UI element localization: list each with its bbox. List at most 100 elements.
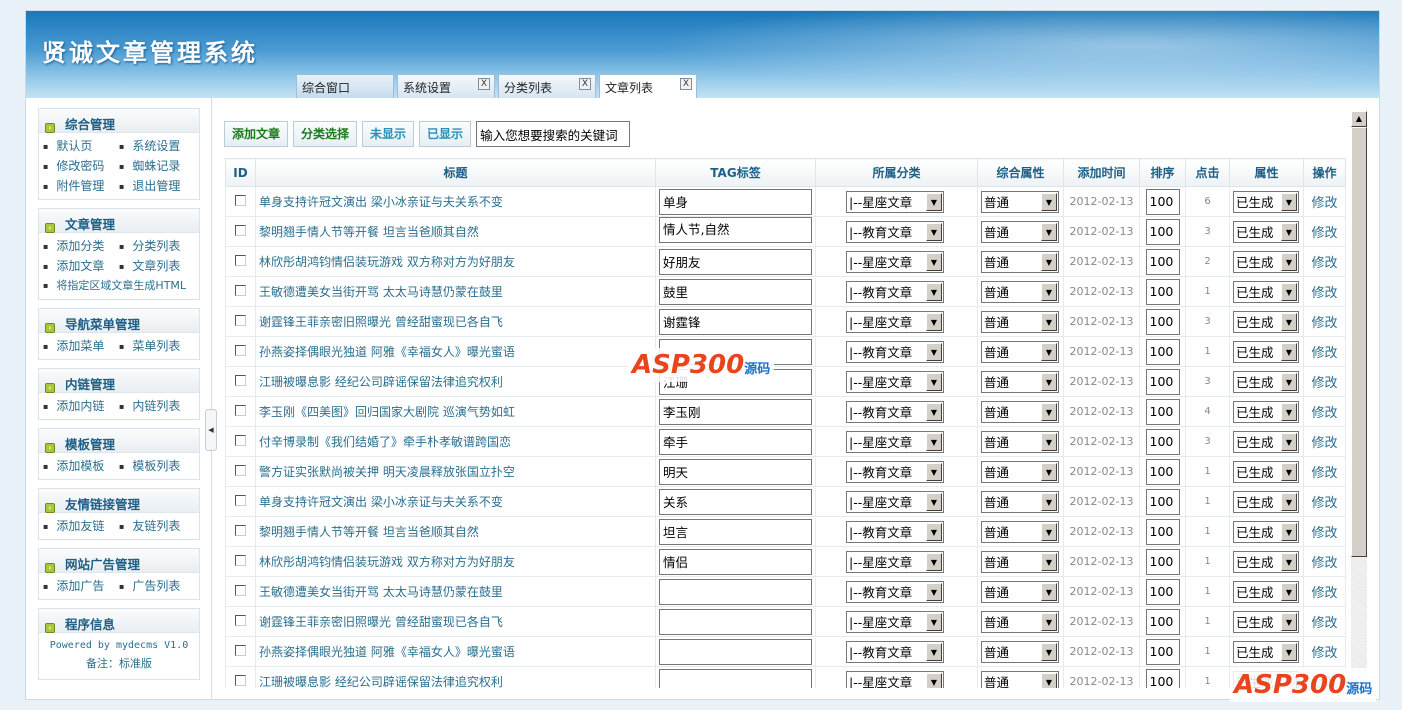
tag-input[interactable] — [659, 638, 812, 665]
sidebar-link[interactable]: 系统设置 — [119, 136, 195, 156]
article-title-link[interactable]: 林欣彤胡鸿钧情侣装玩游戏 双方称对方为好朋友 — [259, 255, 515, 269]
chevron-down-icon[interactable]: ▼ — [1041, 372, 1057, 391]
status-select[interactable]: 已生成 ▼ — [1233, 190, 1299, 213]
edit-link[interactable]: 修改 — [1311, 526, 1337, 541]
status-select[interactable]: 已生成 ▼ — [1233, 580, 1299, 603]
sidebar-link[interactable]: 菜单列表 — [119, 336, 195, 356]
chevron-down-icon[interactable]: ▼ — [1041, 582, 1057, 601]
category-select[interactable]: |--星座文章 ▼ — [846, 490, 944, 513]
order-input[interactable] — [1145, 248, 1180, 275]
chevron-down-icon[interactable]: ▼ — [1281, 192, 1297, 211]
chevron-down-icon[interactable]: ▼ — [1281, 492, 1297, 511]
sidebar-link[interactable]: 添加分类 — [43, 236, 119, 256]
tag-input[interactable] — [659, 518, 812, 545]
sidebar-link[interactable]: 广告列表 — [119, 576, 195, 596]
chevron-down-icon[interactable]: ▼ — [926, 402, 942, 421]
attribute-select[interactable]: 普通 ▼ — [981, 580, 1059, 603]
edit-link[interactable]: 修改 — [1311, 496, 1337, 511]
sidebar-group-header[interactable]: › 网站广告管理 — [39, 549, 199, 573]
attribute-select[interactable]: 普通 ▼ — [981, 310, 1059, 333]
order-input[interactable] — [1145, 218, 1180, 245]
tag-input[interactable] — [659, 668, 812, 688]
article-title-link[interactable]: 谢霆锋王菲亲密旧照曝光 曾经甜蜜现已各自飞 — [259, 315, 503, 329]
chevron-down-icon[interactable]: ▼ — [1041, 492, 1057, 511]
sidebar-link[interactable]: 将指定区域文章生成HTML — [43, 276, 199, 296]
chevron-down-icon[interactable]: ▼ — [1281, 642, 1297, 661]
category-select[interactable]: |--教育文章 ▼ — [846, 580, 944, 603]
attribute-select[interactable]: 普通 ▼ — [981, 220, 1059, 243]
chevron-down-icon[interactable]: ▼ — [926, 462, 942, 481]
article-title-link[interactable]: 付辛博录制《我们结婚了》牵手朴孝敏谱跨国恋 — [259, 435, 511, 449]
tag-input[interactable] — [659, 248, 812, 275]
edit-link[interactable]: 修改 — [1311, 286, 1337, 301]
tag-input[interactable] — [659, 548, 812, 575]
sidebar-link[interactable]: 模板列表 — [119, 456, 195, 476]
order-input[interactable] — [1145, 638, 1180, 665]
close-icon[interactable]: X — [478, 78, 490, 90]
article-title-link[interactable]: 单身支持许冠文演出 梁小冰亲证与夫关系不变 — [259, 195, 503, 209]
edit-link[interactable]: 修改 — [1311, 556, 1337, 571]
order-input[interactable] — [1145, 668, 1180, 688]
order-input[interactable] — [1145, 428, 1180, 455]
row-checkbox[interactable] — [235, 554, 246, 566]
order-input[interactable] — [1145, 338, 1180, 365]
sidebar-group-header[interactable]: › 友情链接管理 — [39, 489, 199, 513]
order-input[interactable] — [1145, 308, 1180, 335]
attribute-select[interactable]: 普通 ▼ — [981, 190, 1059, 213]
status-select[interactable]: 已生成 ▼ — [1233, 310, 1299, 333]
row-checkbox[interactable] — [235, 374, 246, 386]
edit-link[interactable]: 修改 — [1311, 646, 1337, 661]
status-select[interactable]: 已生成 ▼ — [1233, 520, 1299, 543]
category-select[interactable]: |--教育文章 ▼ — [846, 340, 944, 363]
order-input[interactable] — [1145, 518, 1180, 545]
attribute-select[interactable]: 普通 ▼ — [981, 460, 1059, 483]
status-select[interactable]: 已生成 ▼ — [1233, 400, 1299, 423]
status-select[interactable]: 已生成 ▼ — [1233, 430, 1299, 453]
edit-link[interactable]: 修改 — [1311, 586, 1337, 601]
collapse-sidebar-button[interactable]: ◀ — [205, 409, 217, 451]
order-input[interactable] — [1145, 488, 1180, 515]
chevron-down-icon[interactable]: ▼ — [1041, 612, 1057, 631]
status-select[interactable]: 已生成 ▼ — [1233, 640, 1299, 663]
tag-input[interactable] — [659, 608, 812, 635]
edit-link[interactable]: 修改 — [1311, 226, 1337, 241]
row-checkbox[interactable] — [235, 314, 246, 326]
edit-link[interactable]: 修改 — [1311, 466, 1337, 481]
chevron-down-icon[interactable]: ▼ — [1281, 222, 1297, 241]
category-select[interactable]: |--星座文章 ▼ — [846, 190, 944, 213]
order-input[interactable] — [1145, 398, 1180, 425]
sidebar-link[interactable]: 添加广告 — [43, 576, 119, 596]
row-checkbox[interactable] — [235, 344, 246, 356]
status-select[interactable]: 已生成 ▼ — [1233, 550, 1299, 573]
search-input[interactable] — [476, 121, 631, 147]
category-select[interactable]: |--星座文章 ▼ — [846, 550, 944, 573]
vertical-scrollbar[interactable]: ▲ — [1351, 111, 1367, 689]
row-checkbox[interactable] — [235, 464, 246, 476]
chevron-down-icon[interactable]: ▼ — [1281, 462, 1297, 481]
attribute-select[interactable]: 普通 ▼ — [981, 280, 1059, 303]
sidebar-link[interactable]: 添加文章 — [43, 256, 119, 276]
chevron-down-icon[interactable]: ▼ — [926, 372, 942, 391]
chevron-down-icon[interactable]: ▼ — [926, 222, 942, 241]
article-title-link[interactable]: 王敏德遭美女当街开骂 太太马诗慧仍蒙在鼓里 — [259, 285, 503, 299]
chevron-down-icon[interactable]: ▼ — [926, 612, 942, 631]
article-title-link[interactable]: 单身支持许冠文演出 梁小冰亲证与夫关系不变 — [259, 495, 503, 509]
chevron-down-icon[interactable]: ▼ — [1041, 282, 1057, 301]
sidebar-link[interactable]: 内链列表 — [119, 396, 195, 416]
article-title-link[interactable]: 黎明翘手情人节等开餐 坦言当爸顺其自然 — [259, 225, 479, 239]
scroll-up-arrow-icon[interactable]: ▲ — [1351, 111, 1367, 127]
chevron-down-icon[interactable]: ▼ — [1281, 522, 1297, 541]
sidebar-group-header[interactable]: › 内链管理 — [39, 369, 199, 393]
scrollbar-thumb[interactable] — [1351, 127, 1367, 557]
tag-input[interactable] — [659, 398, 812, 425]
attribute-select[interactable]: 普通 ▼ — [981, 550, 1059, 573]
article-title-link[interactable]: 警方证实张默尚被关押 明天凌晨释放张国立扑空 — [259, 465, 515, 479]
chevron-down-icon[interactable]: ▼ — [926, 492, 942, 511]
chevron-down-icon[interactable]: ▼ — [926, 312, 942, 331]
tab-1[interactable]: 系统设置 X — [397, 74, 495, 98]
sidebar-link[interactable]: 修改密码 — [43, 156, 119, 176]
add-article-button[interactable]: 添加文章 — [224, 121, 289, 147]
sidebar-link[interactable]: 分类列表 — [119, 236, 195, 256]
edit-link[interactable]: 修改 — [1311, 376, 1337, 391]
category-select[interactable]: |--星座文章 ▼ — [846, 310, 944, 333]
